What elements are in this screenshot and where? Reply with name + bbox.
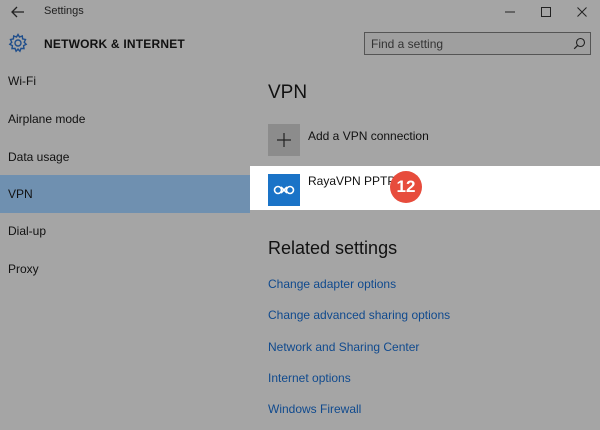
close-icon [577,7,587,17]
maximize-button[interactable] [528,0,564,24]
sidebar-item-label: Dial-up [8,224,47,238]
title-bar: Settings [0,0,600,24]
gear-icon [8,33,28,53]
add-vpn-label: Add a VPN connection [308,129,429,143]
minimize-button[interactable] [492,0,528,24]
settings-header: NETWORK & INTERNET [0,24,600,62]
vpn-logo-icon [268,174,300,206]
add-icon-box [268,124,300,156]
link-windows-firewall[interactable]: Windows Firewall [268,402,361,416]
sidebar: Wi-Fi Airplane mode Data usage VPN Dial-… [0,62,250,430]
sidebar-item-label: Airplane mode [8,112,86,126]
back-button[interactable] [8,3,28,21]
link-internet-options[interactable]: Internet options [268,371,351,385]
main-content: VPN Add a VPN connection RayaVPN PPTP 12… [250,62,600,430]
related-settings-heading: Related settings [268,238,398,258]
sidebar-item-proxy[interactable]: Proxy [0,250,250,288]
section-title: NETWORK & INTERNET [44,37,185,51]
sidebar-item-vpn[interactable]: VPN [0,175,250,213]
minimize-icon [505,11,515,13]
page-title: VPN [268,82,308,103]
back-arrow-icon [11,6,24,18]
close-button[interactable] [564,0,600,24]
link-network-and-sharing-center[interactable]: Network and Sharing Center [268,340,419,354]
maximize-icon [541,7,551,17]
step-badge: 12 [390,171,422,203]
sidebar-item-label: Wi-Fi [8,74,36,88]
search-box[interactable] [364,32,591,55]
vpn-connection-name: RayaVPN PPTP [308,174,396,188]
vpn-connection-item[interactable]: RayaVPN PPTP 12 [250,166,600,210]
sidebar-item-wifi[interactable]: Wi-Fi [0,62,250,100]
sidebar-item-label: Proxy [8,262,39,276]
search-input[interactable] [365,33,565,54]
plus-icon [277,133,291,147]
sidebar-item-label: Data usage [8,150,70,164]
search-icon[interactable] [573,37,586,50]
link-change-adapter-options[interactable]: Change adapter options [268,277,396,291]
window-title: Settings [44,5,84,17]
sidebar-item-airplane-mode[interactable]: Airplane mode [0,100,250,138]
sidebar-item-dial-up[interactable]: Dial-up [0,212,250,250]
sidebar-item-label: VPN [8,187,33,201]
sidebar-item-data-usage[interactable]: Data usage [0,138,250,176]
vpn-link-icon [273,185,295,195]
link-change-advanced-sharing-options[interactable]: Change advanced sharing options [268,308,450,322]
